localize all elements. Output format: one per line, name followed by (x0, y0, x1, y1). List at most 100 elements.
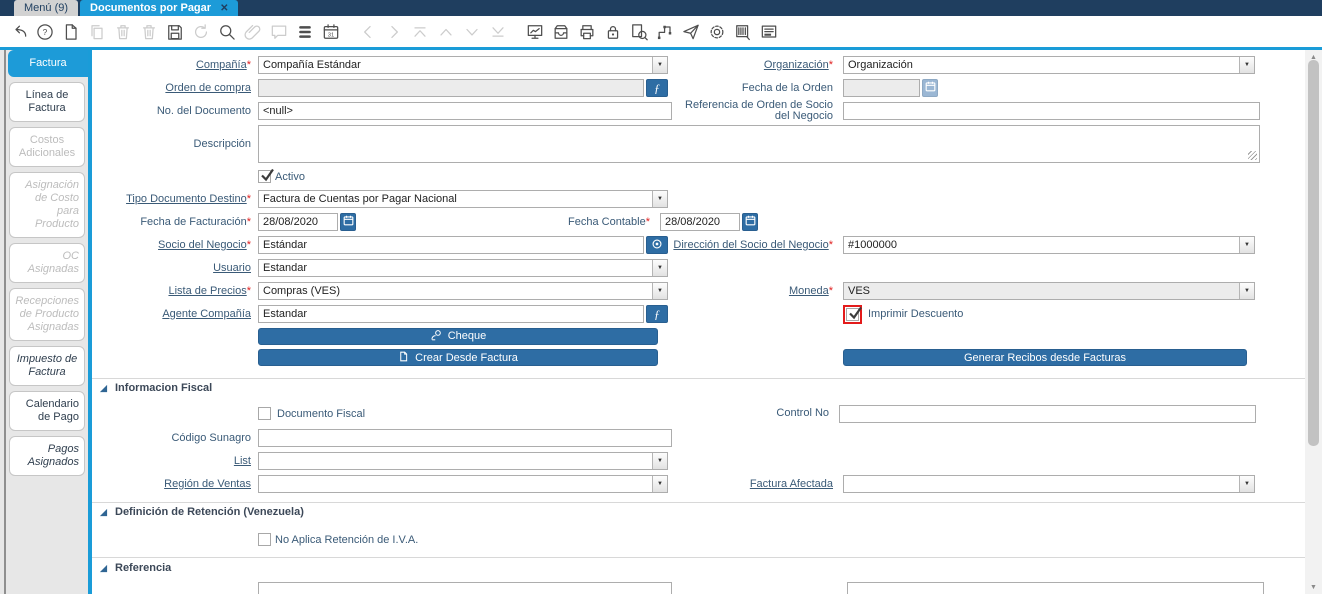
process-icon[interactable] (678, 20, 704, 44)
sidebar-tab-impuesto-de-factura[interactable]: Impuesto de Factura (9, 346, 85, 386)
generate-receipts-button[interactable]: Generar Recibos desde Facturas (843, 349, 1247, 366)
dropdown-arrow-icon[interactable]: ▼ (652, 283, 667, 299)
lock-icon[interactable] (600, 20, 626, 44)
document-no-field[interactable]: <null> (258, 102, 672, 120)
sidebar-tab-pagos-asignados[interactable]: Pagos Asignados (9, 436, 85, 476)
company-agent-label: Agente Compañía (95, 309, 258, 320)
target-document-type-field[interactable]: Factura de Cuentas por Pagar Nacional▼ (258, 190, 668, 208)
dropdown-arrow-icon[interactable]: ▼ (652, 57, 667, 73)
toggle-grid-icon[interactable] (292, 20, 318, 44)
sidebar-tab-l-nea-de-factura[interactable]: Línea de Factura (9, 82, 85, 122)
list-field[interactable]: ▼ (258, 452, 668, 470)
dropdown-arrow-icon[interactable]: ▼ (1239, 283, 1254, 299)
retention-section-header[interactable]: Definición de Retención (Venezuela) (95, 506, 1305, 518)
calendar-icon (745, 215, 756, 229)
svg-text:31: 31 (328, 32, 334, 38)
company-agent-search-button[interactable]: ƒ (646, 305, 668, 323)
purchase-order-label: Orden de compra (95, 83, 258, 94)
sunagro-code-field[interactable] (258, 429, 672, 447)
currency-field[interactable]: VES▼ (843, 282, 1255, 300)
sales-region-label: Región de Ventas (95, 479, 258, 490)
vertical-scrollbar[interactable]: ▲ ▼ (1305, 50, 1322, 594)
dropdown-arrow-icon[interactable]: ▼ (1239, 57, 1254, 73)
print-icon[interactable] (574, 20, 600, 44)
business-partner-label: Socio del Negocio* (95, 240, 258, 251)
sales-region-field[interactable]: ▼ (258, 475, 668, 493)
resize-grip[interactable] (1248, 151, 1257, 160)
active-checkbox[interactable] (258, 170, 271, 183)
fiscal-document-checkbox-label: Documento Fiscal (277, 408, 365, 420)
description-label: Descripción (95, 139, 258, 150)
change-log-icon[interactable] (756, 20, 782, 44)
bp-order-reference-label: Referencia de Orden de Socio del Negocio (672, 100, 840, 122)
help-icon[interactable]: ? (32, 20, 58, 44)
reference-field-left[interactable] (258, 582, 672, 594)
currency-label: Moneda* (668, 286, 840, 297)
archive-icon[interactable] (548, 20, 574, 44)
purchase-order-field[interactable] (258, 79, 644, 97)
tab-menu[interactable]: Menú (9) (14, 0, 78, 16)
calendar-icon (925, 81, 936, 95)
fiscal-document-checkbox[interactable] (258, 407, 271, 420)
dropdown-arrow-icon[interactable]: ▼ (652, 476, 667, 492)
accounting-date-calendar-button[interactable] (742, 213, 758, 231)
new-record-icon[interactable] (58, 20, 84, 44)
tab-documentos-por-pagar[interactable]: Documentos por Pagar ✕ (80, 0, 238, 16)
company-agent-field[interactable]: Estandar (258, 305, 644, 323)
find-icon[interactable] (214, 20, 240, 44)
scroll-down-icon[interactable]: ▼ (1305, 580, 1322, 594)
next-record-icon (459, 20, 485, 44)
control-no-field[interactable] (839, 405, 1256, 423)
reference-field-right[interactable] (847, 582, 1264, 594)
sidebar-tab-calendario-de-pago[interactable]: Calendario de Pago (9, 391, 85, 431)
create-from-invoice-button[interactable]: Crear Desde Factura (258, 349, 658, 366)
sidebar-tab-oc-asignadas: OC Asignadas (9, 243, 85, 283)
print-discount-checkbox[interactable] (846, 308, 859, 321)
invoice-form: Compañía* Compañía Estándar▼ Organizació… (92, 50, 1305, 594)
close-tab-icon[interactable]: ✕ (220, 3, 228, 14)
report-icon[interactable] (522, 20, 548, 44)
order-date-field (843, 79, 920, 97)
dropdown-arrow-icon[interactable]: ▼ (652, 260, 667, 276)
list-label: List (95, 456, 258, 467)
user-field[interactable]: Estandar▼ (258, 259, 668, 277)
sidebar-tab-factura[interactable]: Factura (8, 50, 88, 77)
purchase-order-search-button[interactable]: ƒ (646, 79, 668, 97)
section-divider (92, 378, 1305, 379)
invoice-date-field[interactable]: 28/08/2020 (258, 213, 338, 231)
document-icon (398, 351, 409, 365)
dropdown-arrow-icon[interactable]: ▼ (652, 453, 667, 469)
accounting-date-field[interactable]: 28/08/2020 (660, 213, 740, 231)
invoice-date-label: Fecha de Facturación* (95, 217, 258, 228)
reference-section-header[interactable]: Referencia (95, 562, 1305, 574)
document-no-label: No. del Documento (95, 106, 258, 117)
zoom-across-icon[interactable] (626, 20, 652, 44)
cheque-button[interactable]: Cheque (258, 328, 658, 345)
preferences-icon[interactable] (704, 20, 730, 44)
calendar-icon[interactable]: 31 (318, 20, 344, 44)
company-label: Compañía* (95, 60, 258, 71)
organization-field[interactable]: Organización▼ (843, 56, 1255, 74)
parent-record-icon (355, 20, 381, 44)
affected-invoice-field[interactable]: ▼ (843, 475, 1255, 493)
dropdown-arrow-icon[interactable]: ▼ (1239, 237, 1254, 253)
no-iva-retention-checkbox[interactable] (258, 533, 271, 546)
scrollbar-thumb[interactable] (1308, 60, 1319, 446)
bp-address-field[interactable]: #1000000▼ (843, 236, 1255, 254)
fiscal-section-header[interactable]: Informacion Fiscal (95, 382, 1305, 394)
undo-icon[interactable] (6, 20, 32, 44)
bp-order-reference-field[interactable] (843, 102, 1260, 120)
copy-record-icon (84, 20, 110, 44)
workflow-icon[interactable] (652, 20, 678, 44)
company-field[interactable]: Compañía Estándar▼ (258, 56, 668, 74)
product-info-icon[interactable] (730, 20, 756, 44)
dropdown-arrow-icon[interactable]: ▼ (652, 191, 667, 207)
invoice-date-calendar-button[interactable] (340, 213, 356, 231)
business-partner-record-button[interactable] (646, 236, 668, 254)
dropdown-arrow-icon[interactable]: ▼ (1239, 476, 1254, 492)
save-icon[interactable] (162, 20, 188, 44)
price-list-field[interactable]: Compras (VES)▼ (258, 282, 668, 300)
business-partner-field[interactable]: Estándar (258, 236, 644, 254)
previous-record-icon (433, 20, 459, 44)
description-field[interactable] (258, 125, 1260, 163)
